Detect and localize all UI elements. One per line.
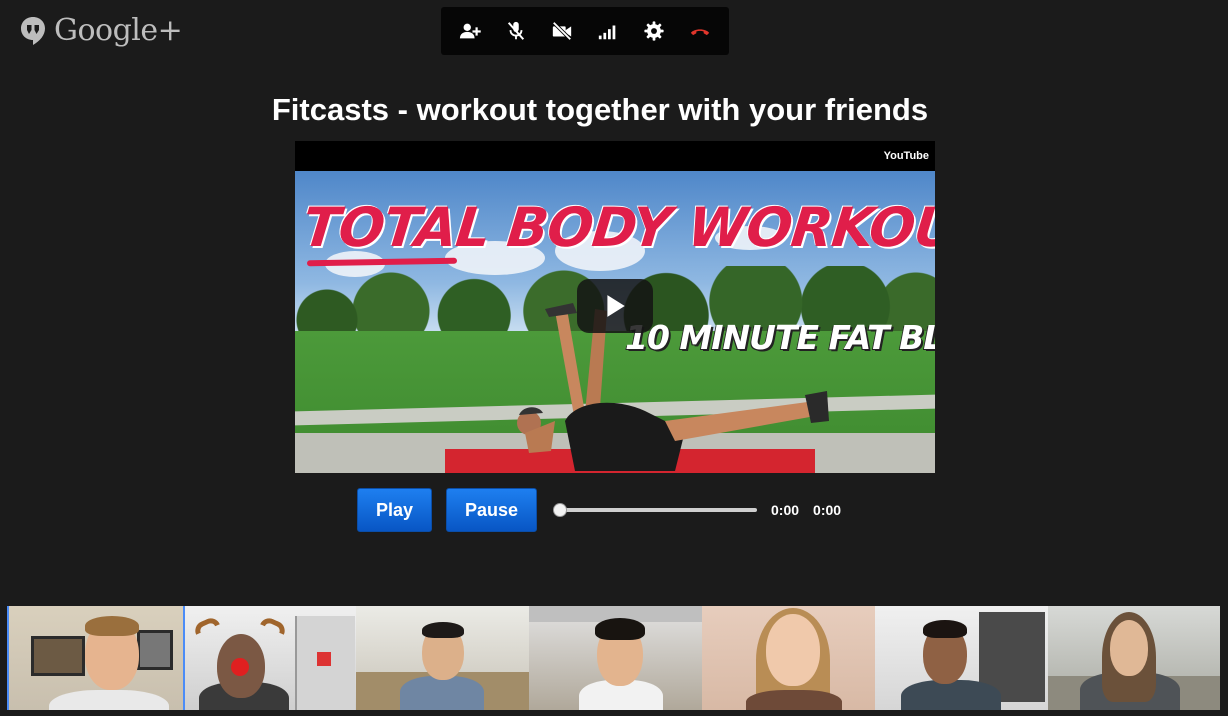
youtube-video-player[interactable]: YouTube TOTAL BODY WORKOUT! 10 MINUTE FA… (295, 141, 935, 473)
seek-track[interactable] (557, 508, 757, 512)
wall-frame (137, 630, 173, 670)
participant-tile[interactable] (356, 606, 529, 710)
add-person-icon (459, 23, 481, 39)
play-icon (607, 295, 625, 317)
participant-body (400, 676, 484, 710)
duration: 0:00 (813, 502, 842, 518)
participant-tile[interactable] (7, 606, 185, 710)
mute-microphone-button[interactable] (498, 13, 534, 49)
participant-face (1110, 620, 1148, 676)
turn-off-camera-button[interactable] (544, 13, 580, 49)
participant-strip (7, 606, 1220, 710)
participant-tile[interactable] (185, 606, 356, 710)
video-headline: TOTAL BODY WORKOUT! (299, 196, 935, 259)
participant-body (901, 680, 1001, 710)
mic-muted-icon (507, 21, 525, 40)
logo-text: Google+ (54, 13, 183, 48)
play-button[interactable]: Play (357, 488, 432, 532)
participant-tile[interactable] (702, 606, 875, 710)
seek-thumb[interactable] (553, 503, 567, 517)
participant-face (766, 614, 820, 686)
pause-button[interactable]: Pause (446, 488, 537, 532)
hang-up-icon (690, 29, 710, 36)
participant-tile[interactable] (529, 606, 702, 710)
participant-hair (923, 620, 967, 638)
google-plus-logo: Google+ (20, 13, 183, 48)
participant-tile[interactable] (875, 606, 1048, 710)
current-time: 0:00 (771, 502, 800, 518)
red-nose (231, 658, 249, 676)
red-object (317, 652, 331, 666)
player-controls: Play Pause 0:00 0:00 (357, 488, 841, 532)
bandwidth-icon (598, 25, 616, 40)
participant-hair (85, 616, 139, 636)
youtube-badge[interactable]: YouTube (884, 150, 929, 162)
hangouts-icon (21, 17, 45, 45)
bandwidth-settings-button[interactable] (590, 13, 626, 49)
participant-hair (595, 618, 645, 640)
hangout-toolbar (441, 7, 729, 55)
participant-tile[interactable] (1048, 606, 1220, 710)
gear-icon (644, 21, 664, 41)
settings-button[interactable] (636, 13, 672, 49)
participant-body (746, 690, 842, 710)
invite-people-button[interactable] (452, 13, 488, 49)
app-title: Fitcasts - workout together with your fr… (271, 92, 929, 127)
wall-frame (31, 636, 85, 676)
participant-body (49, 690, 169, 710)
seek-slider[interactable] (553, 500, 757, 520)
participant-hair (422, 622, 464, 638)
leave-call-button[interactable] (682, 13, 718, 49)
video-play-overlay-button[interactable] (577, 279, 653, 333)
camera-off-icon (552, 21, 572, 41)
